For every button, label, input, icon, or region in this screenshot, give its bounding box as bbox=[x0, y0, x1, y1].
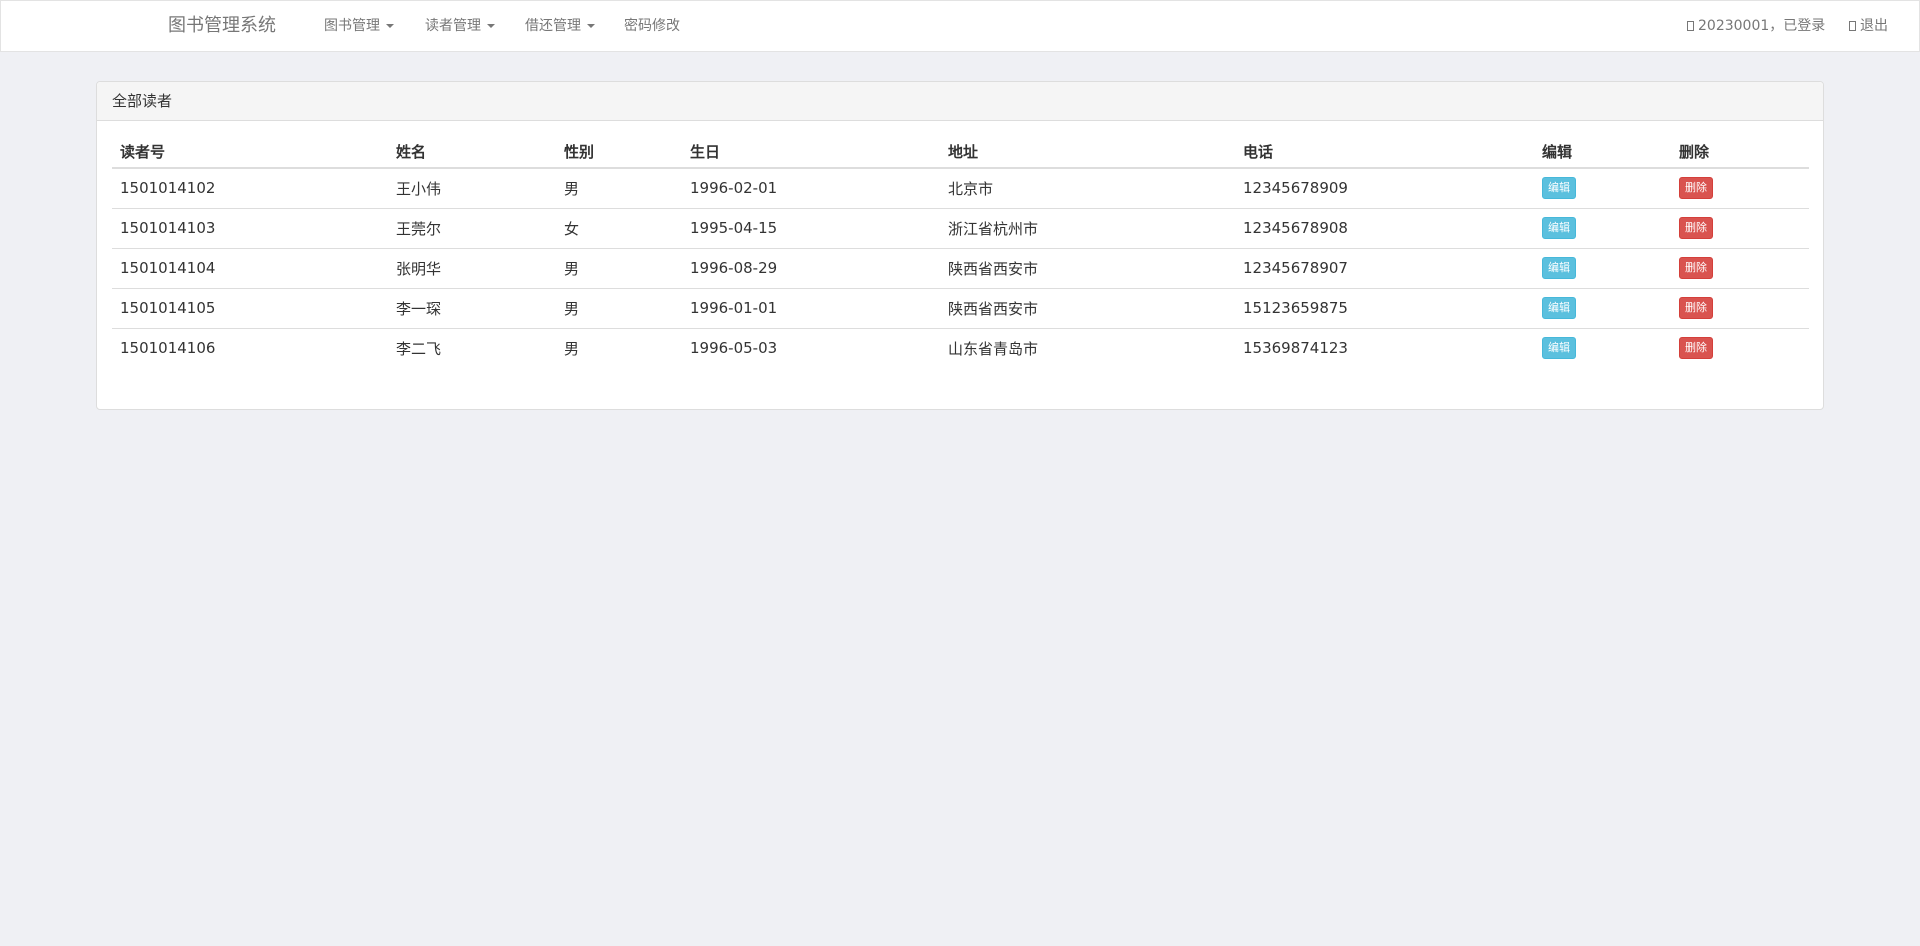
nav-menu-book-management[interactable]: 图书管理 bbox=[324, 1, 394, 51]
reader-address: 陕西省西安市 bbox=[940, 287, 1235, 328]
delete-button[interactable]: 删除 bbox=[1679, 217, 1713, 239]
nav-menu-reader-management[interactable]: 读者管理 bbox=[425, 1, 495, 51]
nav-menu-label: 密码修改 bbox=[624, 18, 680, 34]
delete-button[interactable]: 删除 bbox=[1679, 257, 1713, 279]
nav-menu-label: 读者管理 bbox=[425, 18, 481, 34]
reader-sex: 男 bbox=[564, 179, 580, 198]
reader-id: 1501014103 bbox=[112, 207, 388, 248]
reader-phone: 15123659875 bbox=[1235, 287, 1534, 328]
reader-phone: 12345678908 bbox=[1235, 207, 1534, 248]
table-row: 1501014104 张明华 男 1996-08-29 陕西省西安市 12345… bbox=[112, 247, 1809, 288]
reader-name: 王莞尔 bbox=[388, 207, 556, 248]
column-header: 编辑 bbox=[1534, 135, 1671, 169]
reader-phone: 12345678909 bbox=[1243, 179, 1348, 198]
column-header: 删除 bbox=[1671, 135, 1809, 169]
logout-link[interactable]: 退出 bbox=[1849, 1, 1888, 51]
table-row: 1501014106 李二飞 男 1996-05-03 山东省青岛市 15369… bbox=[112, 327, 1809, 368]
reader-name: 王小伟 bbox=[396, 179, 442, 198]
reader-id: 1501014105 bbox=[112, 287, 388, 328]
logout-text: 退出 bbox=[1860, 18, 1888, 34]
edit-button[interactable]: 编辑 bbox=[1542, 257, 1576, 279]
delete-button[interactable]: 删除 bbox=[1679, 297, 1713, 319]
table-row: 1501014105 李一琛 男 1996-01-01 陕西省西安市 15123… bbox=[112, 287, 1809, 328]
reader-phone: 12345678907 bbox=[1235, 247, 1534, 288]
reader-id: 1501014106 bbox=[112, 327, 388, 368]
nav-menu-label: 借还管理 bbox=[525, 18, 581, 34]
table-row: 1501014103 王莞尔 女 1995-04-15 浙江省杭州市 12345… bbox=[112, 207, 1809, 248]
column-header: 姓名 bbox=[388, 135, 556, 169]
logout-icon bbox=[1849, 21, 1856, 31]
table-row: 1501014102 王小伟 男 1996-02-01 北京市 12345678… bbox=[112, 168, 1809, 208]
reader-name: 李一琛 bbox=[388, 287, 556, 328]
panel-title: 全部读者 bbox=[97, 82, 1823, 121]
column-header: 生日 bbox=[682, 135, 940, 169]
nav-menu-borrow-management[interactable]: 借还管理 bbox=[525, 1, 595, 51]
edit-button[interactable]: 编辑 bbox=[1542, 177, 1576, 200]
user-status-text: 20230001，已登录 bbox=[1698, 18, 1826, 34]
user-status-link[interactable]: 20230001，已登录 bbox=[1687, 1, 1825, 51]
delete-button[interactable]: 删除 bbox=[1679, 337, 1713, 360]
reader-id: 1501014102 bbox=[120, 179, 216, 198]
caret-down-icon bbox=[587, 24, 595, 28]
reader-sex: 男 bbox=[556, 327, 682, 368]
reader-sex: 男 bbox=[556, 247, 682, 288]
column-header: 电话 bbox=[1235, 135, 1534, 169]
edit-button[interactable]: 编辑 bbox=[1542, 337, 1576, 360]
reader-name: 张明华 bbox=[388, 247, 556, 288]
reader-birthday: 1996-08-29 bbox=[682, 247, 940, 288]
reader-birthday: 1996-02-01 bbox=[690, 179, 778, 198]
edit-button[interactable]: 编辑 bbox=[1542, 297, 1576, 319]
caret-down-icon bbox=[386, 24, 394, 28]
reader-sex: 男 bbox=[556, 287, 682, 328]
reader-address: 陕西省西安市 bbox=[940, 247, 1235, 288]
readers-panel: 全部读者 读者号 姓名 性别 生日 地址 电话 编辑 删除 1501014102… bbox=[96, 81, 1824, 410]
column-header: 地址 bbox=[940, 135, 1235, 169]
nav-menu-label: 图书管理 bbox=[324, 18, 380, 34]
readers-table: 读者号 姓名 性别 生日 地址 电话 编辑 删除 1501014102 王小伟 … bbox=[112, 135, 1809, 368]
reader-address: 山东省青岛市 bbox=[940, 327, 1235, 368]
reader-birthday: 1996-01-01 bbox=[682, 287, 940, 328]
top-navbar: 图书管理系统 图书管理 读者管理 借还管理 密码修改 20230001，已登录 … bbox=[0, 0, 1920, 52]
user-icon bbox=[1687, 21, 1694, 31]
delete-button[interactable]: 删除 bbox=[1679, 177, 1713, 200]
reader-phone: 15369874123 bbox=[1235, 327, 1534, 368]
reader-id: 1501014104 bbox=[112, 247, 388, 288]
reader-address: 北京市 bbox=[948, 179, 994, 198]
reader-name: 李二飞 bbox=[388, 327, 556, 368]
reader-sex: 女 bbox=[556, 207, 682, 248]
reader-address: 浙江省杭州市 bbox=[940, 207, 1235, 248]
column-header: 读者号 bbox=[112, 135, 388, 169]
nav-menu-password-change[interactable]: 密码修改 bbox=[624, 1, 680, 51]
table-header-row: 读者号 姓名 性别 生日 地址 电话 编辑 删除 bbox=[112, 135, 1809, 169]
app-brand[interactable]: 图书管理系统 bbox=[168, 1, 276, 51]
reader-birthday: 1996-05-03 bbox=[682, 327, 940, 368]
caret-down-icon bbox=[487, 24, 495, 28]
reader-birthday: 1995-04-15 bbox=[682, 207, 940, 248]
column-header: 性别 bbox=[556, 135, 682, 169]
edit-button[interactable]: 编辑 bbox=[1542, 217, 1576, 239]
